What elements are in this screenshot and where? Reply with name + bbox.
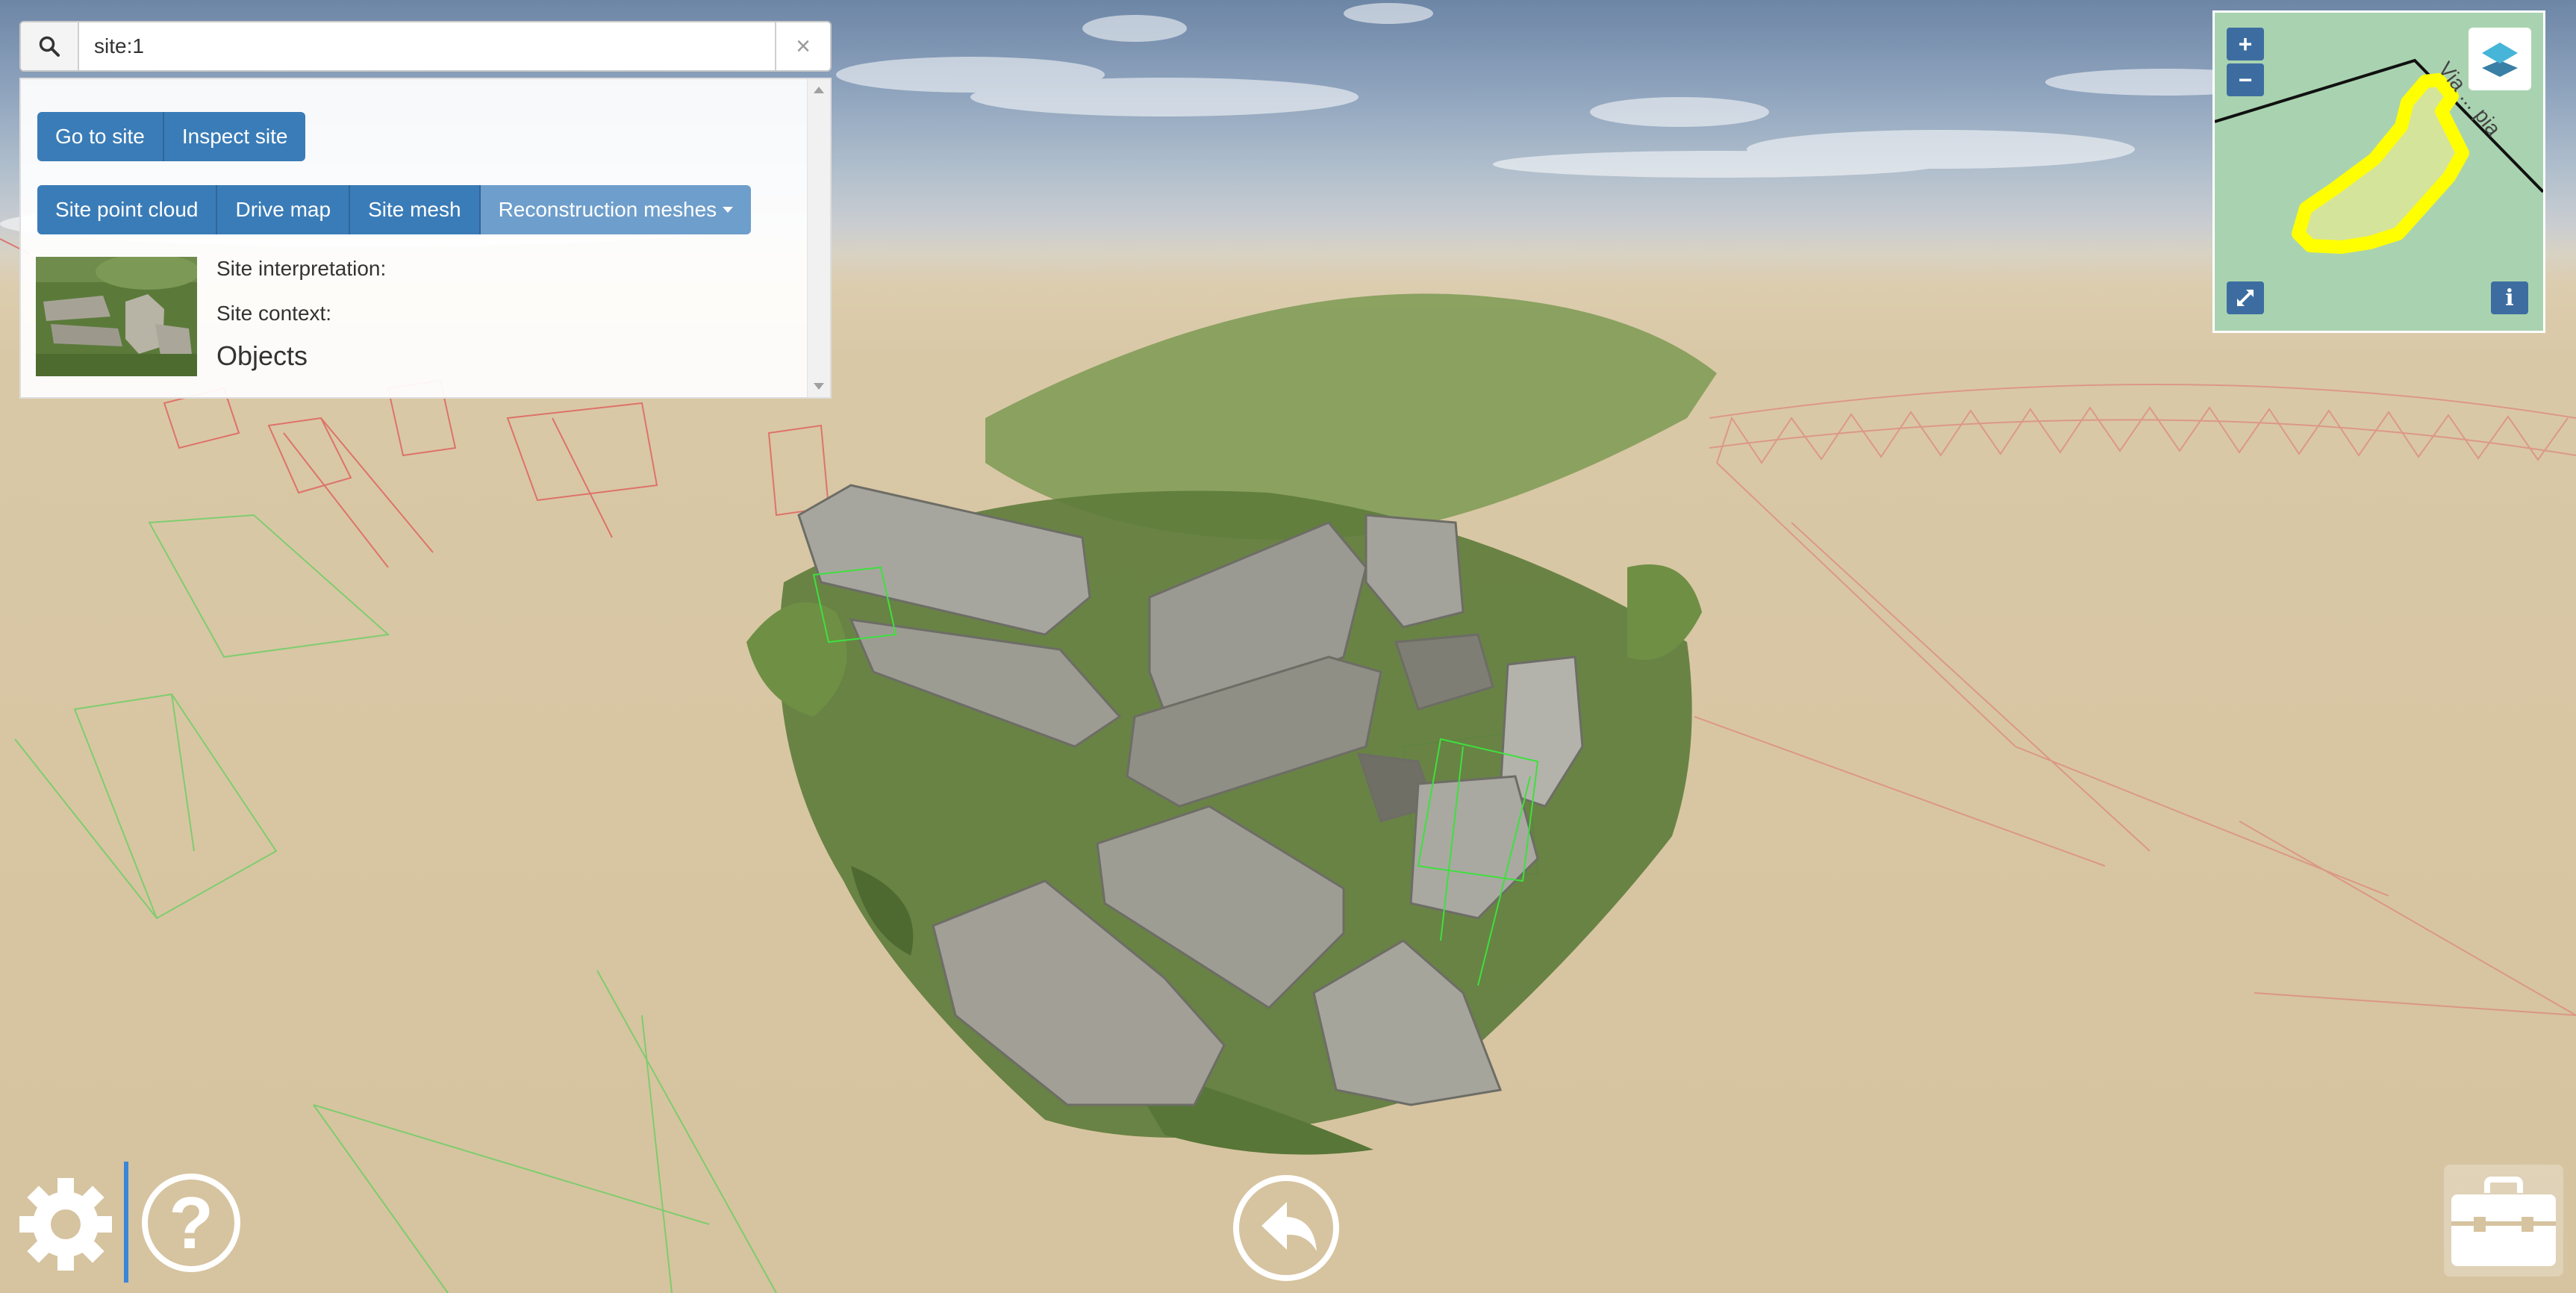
scroll-down-icon[interactable] bbox=[814, 383, 824, 390]
map-zoom-out-button[interactable]: − bbox=[2227, 63, 2264, 96]
right-wireframe-structure bbox=[1694, 384, 2576, 1016]
site-result-panel: Go to site Inspect site Site point cloud… bbox=[19, 78, 832, 399]
question-icon: ? bbox=[169, 1181, 213, 1264]
gear-icon bbox=[19, 1178, 112, 1271]
map-zoom-in-button[interactable]: + bbox=[2227, 28, 2264, 60]
map-info-button[interactable]: i bbox=[2491, 281, 2528, 314]
result-scrollbar[interactable] bbox=[807, 79, 830, 397]
drive-map-button[interactable]: Drive map bbox=[217, 185, 351, 234]
site-thumbnail[interactable] bbox=[36, 257, 197, 376]
mini-map[interactable]: Via ... pia + − i bbox=[2212, 10, 2545, 333]
site-interpretation-label: Site interpretation: bbox=[216, 257, 387, 280]
undo-arrow-icon bbox=[1262, 1202, 1317, 1251]
clear-search-button[interactable]: × bbox=[775, 22, 830, 70]
help-button[interactable]: ? bbox=[142, 1174, 240, 1272]
site-point-cloud-button[interactable]: Site point cloud bbox=[37, 185, 218, 234]
search-button[interactable] bbox=[21, 22, 79, 70]
site-data-buttons: Site point cloud Drive map Site mesh Rec… bbox=[37, 185, 752, 234]
site-mesh-button[interactable]: Site mesh bbox=[350, 185, 481, 234]
search-input[interactable] bbox=[79, 22, 775, 70]
layers-icon bbox=[2482, 43, 2518, 77]
toolbox-icon bbox=[2451, 1177, 2556, 1266]
scroll-up-icon[interactable] bbox=[814, 87, 824, 93]
expand-icon bbox=[2237, 290, 2254, 306]
map-layers-button[interactable] bbox=[2469, 28, 2531, 90]
reconstruction-meshes-dropdown[interactable]: Reconstruction meshes bbox=[480, 185, 752, 234]
controls-divider bbox=[124, 1162, 128, 1283]
close-icon: × bbox=[796, 31, 811, 60]
reconstruction-meshes-label: Reconstruction meshes bbox=[498, 198, 717, 221]
inspect-site-button[interactable]: Inspect site bbox=[163, 112, 306, 161]
search-bar: × bbox=[19, 21, 832, 72]
site-navigation-buttons: Go to site Inspect site bbox=[37, 112, 306, 161]
caret-down-icon bbox=[723, 207, 734, 213]
objects-heading: Objects bbox=[216, 340, 308, 371]
map-fullscreen-button[interactable] bbox=[2227, 281, 2264, 314]
site-context-label: Site context: bbox=[216, 302, 332, 325]
settings-button[interactable] bbox=[15, 1174, 116, 1275]
go-to-site-button[interactable]: Go to site bbox=[37, 112, 164, 161]
site-search-panel: × Go to site Inspect site Site point clo… bbox=[19, 21, 832, 399]
site-photo bbox=[36, 257, 197, 376]
toolbox-button[interactable] bbox=[2444, 1165, 2563, 1277]
search-icon bbox=[39, 36, 60, 57]
back-button[interactable] bbox=[1233, 1175, 1339, 1281]
